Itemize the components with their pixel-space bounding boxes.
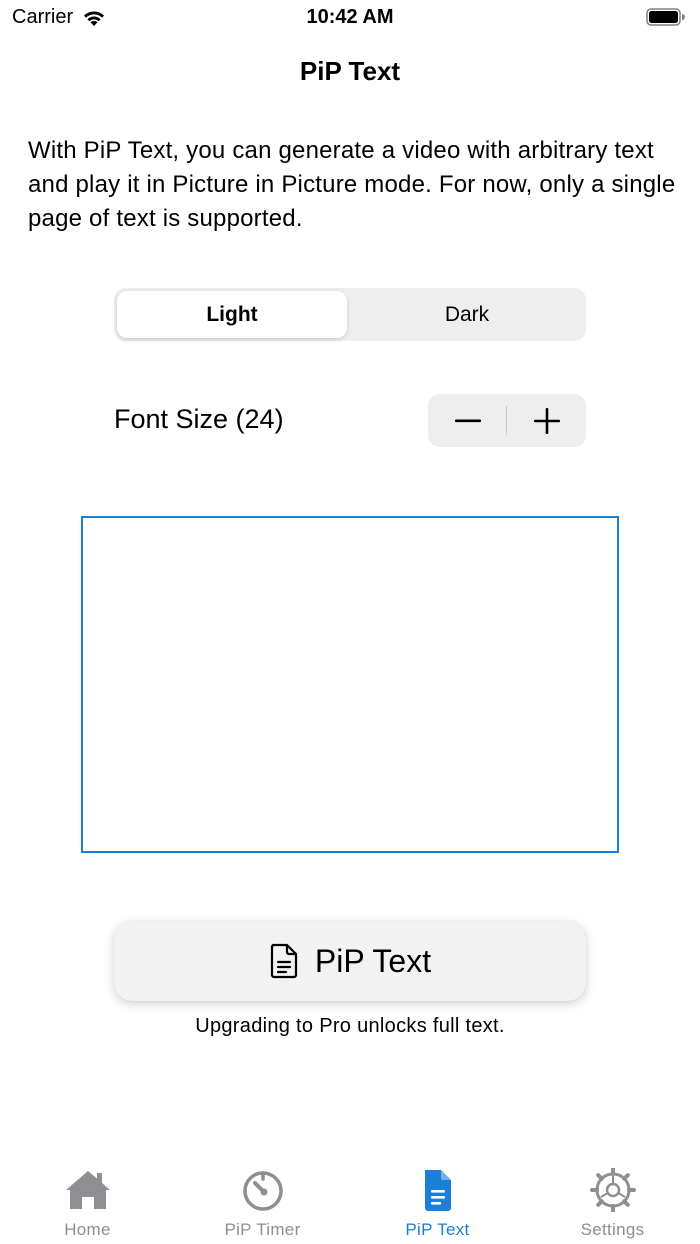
- gear-icon: [589, 1168, 636, 1212]
- description-text: With PiP Text, you can generate a video …: [28, 137, 676, 232]
- status-time: 10:42 AM: [306, 6, 394, 28]
- tab-settings-label: Settings: [580, 1220, 645, 1239]
- upgrade-note: Upgrading to Pro unlocks full text.: [195, 1015, 505, 1037]
- text-editor[interactable]: [81, 516, 619, 853]
- tab-bar: Home PiP Timer PiP Text Settings: [0, 1160, 700, 1244]
- timer-icon: [242, 1171, 283, 1211]
- tab-home[interactable]: Home: [0, 1168, 175, 1244]
- pip-text-button-label: PiP Text: [314, 942, 432, 979]
- font-size-stepper: [428, 394, 586, 447]
- house-icon: [65, 1171, 110, 1209]
- tab-pip-text-label: PiP Text: [405, 1220, 470, 1239]
- increment-button[interactable]: [507, 394, 586, 447]
- theme-segmented-control: Light Dark: [114, 288, 586, 341]
- pip-text-button[interactable]: PiP Text: [114, 921, 586, 1001]
- document-icon: [424, 1170, 451, 1211]
- tab-pip-timer-label: PiP Timer: [224, 1220, 301, 1239]
- segment-dark[interactable]: Dark: [352, 291, 582, 338]
- tab-home-label: Home: [64, 1220, 111, 1239]
- document-icon: [270, 943, 297, 979]
- decrement-button[interactable]: [428, 394, 507, 447]
- tab-settings[interactable]: Settings: [525, 1168, 700, 1244]
- page-title: PiP Text: [299, 56, 401, 86]
- plus-icon: [533, 407, 560, 434]
- battery-icon: [646, 8, 685, 26]
- tab-pip-text[interactable]: PiP Text: [350, 1168, 525, 1244]
- minus-icon: [454, 419, 481, 422]
- segment-light[interactable]: Light: [117, 291, 347, 338]
- tab-pip-timer[interactable]: PiP Timer: [175, 1168, 350, 1244]
- status-bar: Carrier 10:42 AM: [0, 0, 700, 40]
- font-size-label: Font Size (24): [114, 404, 284, 434]
- screen: Carrier 10:42 AM PiP Text With PiP Text,…: [0, 0, 700, 1244]
